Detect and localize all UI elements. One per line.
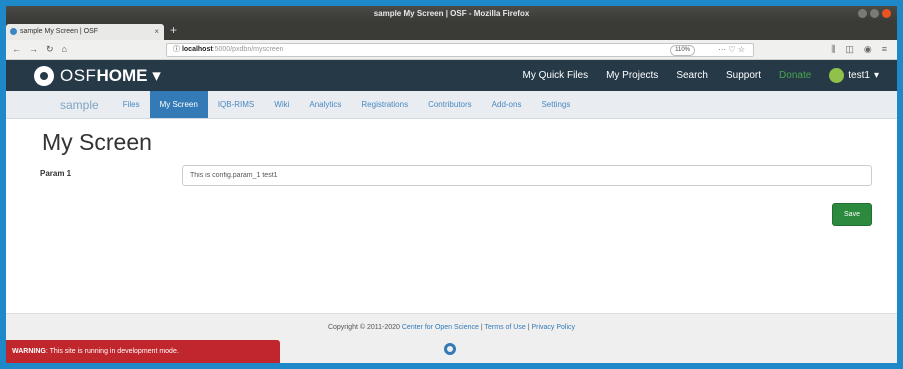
privacy-link[interactable]: Privacy Policy: [531, 324, 575, 331]
tab-settings[interactable]: Settings: [531, 91, 580, 118]
main-content: My Screen Param 1 Save: [6, 119, 897, 283]
support-link[interactable]: Support: [726, 70, 761, 81]
tab-title: sample My Screen | OSF: [20, 28, 99, 35]
my-quick-files-link[interactable]: My Quick Files: [523, 70, 589, 81]
param-1-label: Param 1: [40, 169, 72, 178]
tab-contributors[interactable]: Contributors: [418, 91, 482, 118]
project-nav: sample Files My Screen IQB-RIMS Wiki Ana…: [6, 91, 897, 119]
home-icon[interactable]: ⌂: [62, 44, 67, 55]
url-bar[interactable]: ⓘ localhost:5000/pxdbn/myscreen 110% ···…: [166, 43, 754, 57]
donate-link[interactable]: Donate: [779, 70, 811, 81]
osf-logo-icon: [34, 66, 54, 86]
back-icon[interactable]: ←: [12, 44, 21, 55]
save-button[interactable]: Save: [832, 203, 872, 226]
tab-registrations[interactable]: Registrations: [351, 91, 418, 118]
tab-add-ons[interactable]: Add-ons: [482, 91, 532, 118]
browser-tab[interactable]: sample My Screen | OSF ×: [6, 24, 164, 40]
tab-strip: sample My Screen | OSF × +: [6, 22, 897, 40]
chevron-down-icon: ▾: [152, 66, 161, 85]
footer-copyright: Copyright © 2011-2020 Center for Open Sc…: [6, 324, 897, 331]
chevron-down-icon: ▾: [873, 70, 879, 81]
copyright-text: Copyright © 2011-2020: [327, 324, 400, 331]
window-titlebar: sample My Screen | OSF - Mozilla Firefox: [6, 6, 897, 22]
osf-home-brand[interactable]: OSFHOME ▾: [34, 66, 161, 86]
hamburger-menu-icon[interactable]: ≡: [882, 44, 887, 55]
new-tab-icon[interactable]: +: [170, 23, 177, 37]
page-info-icon[interactable]: ⓘ: [173, 46, 180, 53]
url-path: :5000/pxdbn/myscreen: [212, 46, 284, 53]
sidebar-icon[interactable]: ◫: [845, 44, 854, 55]
tab-iqb-rims[interactable]: IQB-RIMS: [208, 91, 264, 118]
cos-link[interactable]: Center for Open Science: [402, 324, 479, 331]
tab-my-screen[interactable]: My Screen: [149, 91, 208, 118]
tab-analytics[interactable]: Analytics: [299, 91, 351, 118]
terms-link[interactable]: Terms of Use: [485, 324, 526, 331]
window-controls: [858, 9, 891, 18]
minimize-icon[interactable]: [858, 9, 867, 18]
zoom-level[interactable]: 110%: [670, 45, 695, 56]
param-1-input[interactable]: [182, 165, 872, 186]
forward-icon[interactable]: →: [29, 44, 38, 55]
maximize-icon[interactable]: [870, 9, 879, 18]
browser-window: sample My Screen | OSF - Mozilla Firefox…: [6, 6, 897, 363]
warning-text: : This site is running in development mo…: [45, 348, 179, 355]
url-host: localhost: [181, 46, 213, 53]
page-actions-icon[interactable]: ··· ♡ ☆: [718, 44, 745, 56]
osf-top-menu: My Quick Files My Projects Search Suppor…: [523, 60, 879, 91]
library-icon[interactable]: ⫼: [831, 44, 835, 55]
dev-mode-warning: WARNING: This site is running in develop…: [6, 340, 280, 363]
reload-icon[interactable]: ↻: [46, 44, 54, 55]
github-icon[interactable]: [444, 343, 456, 355]
tab-wiki[interactable]: Wiki: [264, 91, 299, 118]
window-title: sample My Screen | OSF - Mozilla Firefox: [373, 9, 530, 18]
osf-favicon-icon: [10, 28, 17, 35]
osf-header: OSFHOME ▾ My Quick Files My Projects Sea…: [6, 60, 897, 91]
page-title: My Screen: [42, 129, 152, 155]
close-window-icon[interactable]: [882, 9, 891, 18]
browser-navbar: ← → ↻ ⌂ ⓘ localhost:5000/pxdbn/myscreen …: [6, 40, 897, 60]
my-projects-link[interactable]: My Projects: [606, 70, 658, 81]
tab-files[interactable]: Files: [113, 91, 150, 118]
search-link[interactable]: Search: [676, 70, 708, 81]
brand-home: HOME: [96, 66, 148, 85]
user-name: test1: [848, 70, 870, 81]
extension-icon[interactable]: ◉: [864, 44, 872, 55]
project-title-link[interactable]: sample: [60, 98, 99, 112]
avatar: [829, 68, 845, 83]
warning-prefix: WARNING: [12, 348, 46, 355]
brand-osf: OSF: [60, 66, 97, 85]
tab-close-icon[interactable]: ×: [154, 24, 159, 40]
user-menu[interactable]: test1 ▾: [829, 68, 879, 83]
